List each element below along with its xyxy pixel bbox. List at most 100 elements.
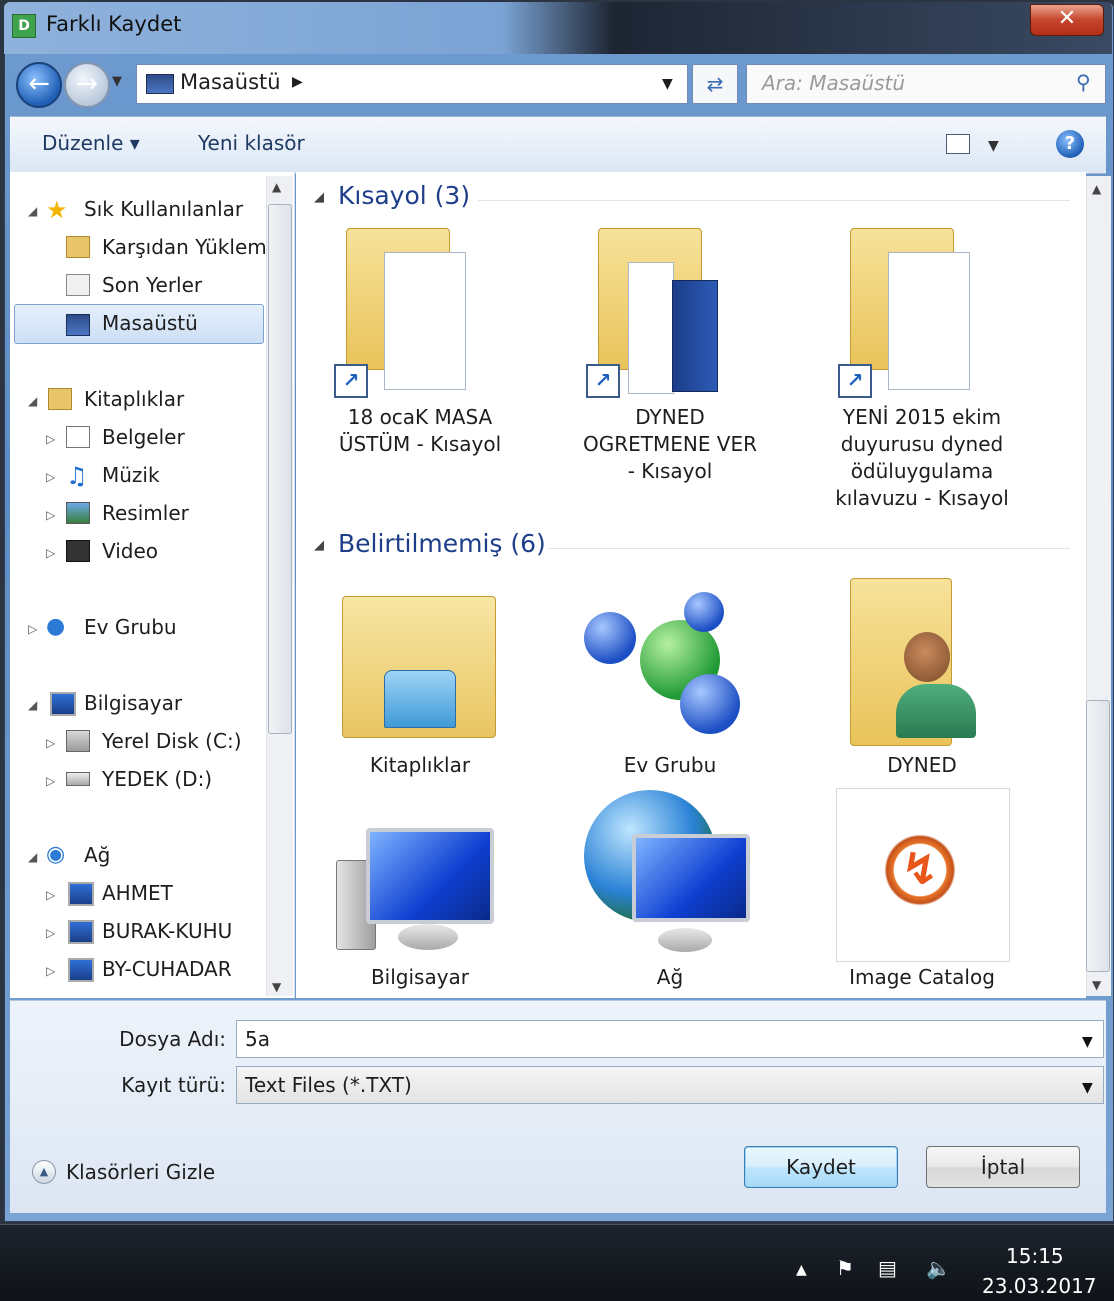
show-hidden-icons-icon[interactable]: ▲ [796, 1262, 807, 1278]
clock-date[interactable]: 23.03.2017 [982, 1274, 1097, 1298]
new-folder-button[interactable]: Yeni klasör [198, 131, 305, 155]
collapse-arrow-icon[interactable]: ▷ [28, 622, 37, 636]
computer-monitor-icon[interactable] [366, 828, 494, 924]
nav-item-computer[interactable]: Bilgisayar [84, 691, 182, 715]
breadcrumb-desktop[interactable]: Masaüstü [180, 70, 281, 94]
homegroup-sphere-icon [584, 612, 636, 664]
file-shortcut-yeni-2015[interactable]: YENİ 2015 ekim duyurusu dyned ödüluygula… [812, 404, 1032, 512]
file-type-dropdown-icon[interactable]: ▼ [1082, 1080, 1093, 1096]
local-disk-icon [66, 730, 90, 752]
music-icon: ♫ [66, 462, 88, 490]
group-collapse-icon[interactable]: ◢ [314, 538, 324, 553]
item-computer[interactable]: Bilgisayar [320, 964, 520, 991]
expand-arrow-icon[interactable]: ◢ [28, 394, 37, 408]
collapse-arrow-icon[interactable]: ▷ [46, 774, 55, 788]
network-status-icon[interactable]: ▤ [878, 1256, 897, 1280]
group-header-unspecified[interactable]: Belirtilmemiş (6) [338, 529, 546, 558]
nav-item-downloads[interactable]: Karşıdan Yüklem [102, 235, 267, 259]
nav-item-libraries[interactable]: Kitaplıklar [84, 387, 184, 411]
shortcut-arrow-icon: ↗ [334, 364, 368, 398]
forward-button[interactable]: → [64, 62, 110, 108]
nav-item-recent-places[interactable]: Son Yerler [102, 273, 202, 297]
network-icon: ◉ [46, 842, 66, 867]
view-dropdown-icon[interactable]: ▼ [988, 138, 999, 154]
collapse-up-icon[interactable]: ▲ [32, 1160, 56, 1184]
video-icon [66, 540, 90, 562]
filename-dropdown-icon[interactable]: ▼ [1082, 1034, 1093, 1050]
hide-folders-button[interactable]: Klasörleri Gizle [66, 1160, 215, 1184]
file-label-line: DYNED [635, 405, 705, 429]
file-shortcut-dyned[interactable]: DYNED OGRETMENE VER - Kısayol [570, 404, 770, 485]
nav-item-network[interactable]: Ağ [84, 843, 110, 867]
expand-arrow-icon[interactable]: ◢ [28, 204, 37, 218]
scroll-up-icon[interactable]: ▲ [1092, 182, 1101, 196]
filename-field[interactable]: 5a [236, 1020, 1104, 1058]
save-button[interactable]: Kaydet [744, 1146, 898, 1188]
scroll-down-icon[interactable]: ▼ [1092, 978, 1101, 992]
nav-item-music[interactable]: Müzik [102, 463, 160, 487]
nav-item-documents[interactable]: Belgeler [102, 425, 185, 449]
lightning-icon: ↯ [882, 832, 958, 908]
collapse-arrow-icon[interactable]: ▷ [46, 432, 55, 446]
expand-arrow-icon[interactable]: ◢ [28, 698, 37, 712]
item-homegroup[interactable]: Ev Grubu [570, 752, 770, 779]
breadcrumb-arrow-icon[interactable]: ▶ [292, 74, 303, 90]
refresh-button[interactable]: ⇄ [692, 64, 738, 104]
organize-button[interactable]: Düzenle ▾ [42, 131, 140, 155]
collapse-arrow-icon[interactable]: ▷ [46, 926, 55, 940]
nav-item-drive-c[interactable]: Yerel Disk (C:) [102, 729, 242, 753]
collapse-arrow-icon[interactable]: ▷ [46, 964, 55, 978]
action-center-flag-icon[interactable]: ⚑ [836, 1256, 854, 1280]
computer-icon [50, 692, 76, 716]
homegroup-sphere-icon [684, 592, 724, 632]
help-icon[interactable]: ? [1056, 130, 1084, 158]
nav-item-drive-d[interactable]: YEDEK (D:) [102, 767, 212, 791]
nav-item-favorites[interactable]: Sık Kullanılanlar [84, 197, 243, 221]
collapse-arrow-icon[interactable]: ▷ [46, 736, 55, 750]
clock-time[interactable]: 15:15 [1006, 1244, 1064, 1268]
cancel-button[interactable]: İptal [926, 1146, 1080, 1188]
scroll-down-icon[interactable]: ▼ [272, 980, 281, 994]
nav-item-video[interactable]: Video [102, 539, 158, 563]
volume-icon[interactable]: 🔈 [926, 1256, 951, 1280]
file-shortcut-18-ocak[interactable]: 18 ocaK MASA ÜSTÜM - Kısayol [320, 404, 520, 458]
command-bar [10, 116, 1106, 174]
search-icon[interactable]: ⚲ [1076, 70, 1091, 94]
history-dropdown-icon[interactable]: ▼ [112, 74, 122, 89]
item-libraries[interactable]: Kitaplıklar [320, 752, 520, 779]
network-monitor-icon[interactable] [632, 834, 750, 922]
content-scrollbar-thumb[interactable] [1086, 700, 1110, 972]
item-network[interactable]: Ağ [570, 964, 770, 991]
scroll-up-icon[interactable]: ▲ [272, 180, 281, 194]
nav-item-pc-by-cuhadar[interactable]: BY-CUHADAR [102, 957, 232, 981]
back-arrow-icon: ← [28, 69, 50, 99]
document-icon [384, 252, 466, 390]
nav-item-desktop[interactable]: Masaüstü [102, 311, 198, 335]
collapse-arrow-icon[interactable]: ▷ [46, 508, 55, 522]
filename-label: Dosya Adı: [119, 1027, 226, 1051]
nav-item-pictures[interactable]: Resimler [102, 501, 189, 525]
close-button[interactable]: ✕ [1030, 4, 1104, 36]
view-options-icon[interactable] [946, 134, 970, 154]
file-type-select[interactable]: Text Files (*.TXT) [236, 1066, 1104, 1104]
address-dropdown-icon[interactable]: ▼ [662, 76, 673, 92]
item-image-catalog[interactable]: Image Catalog [812, 964, 1032, 991]
expand-arrow-icon[interactable]: ◢ [28, 850, 37, 864]
nav-item-homegroup[interactable]: Ev Grubu [84, 615, 177, 639]
nav-item-pc-ahmet[interactable]: AHMET [102, 881, 173, 905]
group-header-shortcuts[interactable]: Kısayol (3) [338, 181, 470, 210]
back-button[interactable]: ← [16, 62, 62, 108]
nav-scrollbar-thumb[interactable] [268, 204, 292, 734]
file-type-label: Kayıt türü: [121, 1073, 226, 1097]
app-icon: D [12, 14, 36, 38]
collapse-arrow-icon[interactable]: ▷ [46, 470, 55, 484]
nav-item-pc-burak-kuhu[interactable]: BURAK-KUHU [102, 919, 232, 943]
recent-places-icon [66, 274, 90, 296]
monitor-stand-icon [658, 928, 712, 952]
collapse-arrow-icon[interactable]: ▷ [46, 546, 55, 560]
group-collapse-icon[interactable]: ◢ [314, 190, 324, 205]
collapse-arrow-icon[interactable]: ▷ [46, 888, 55, 902]
monitor-stand-icon [398, 924, 458, 950]
item-dyned[interactable]: DYNED [822, 752, 1022, 779]
shortcut-arrow-icon: ↗ [838, 364, 872, 398]
